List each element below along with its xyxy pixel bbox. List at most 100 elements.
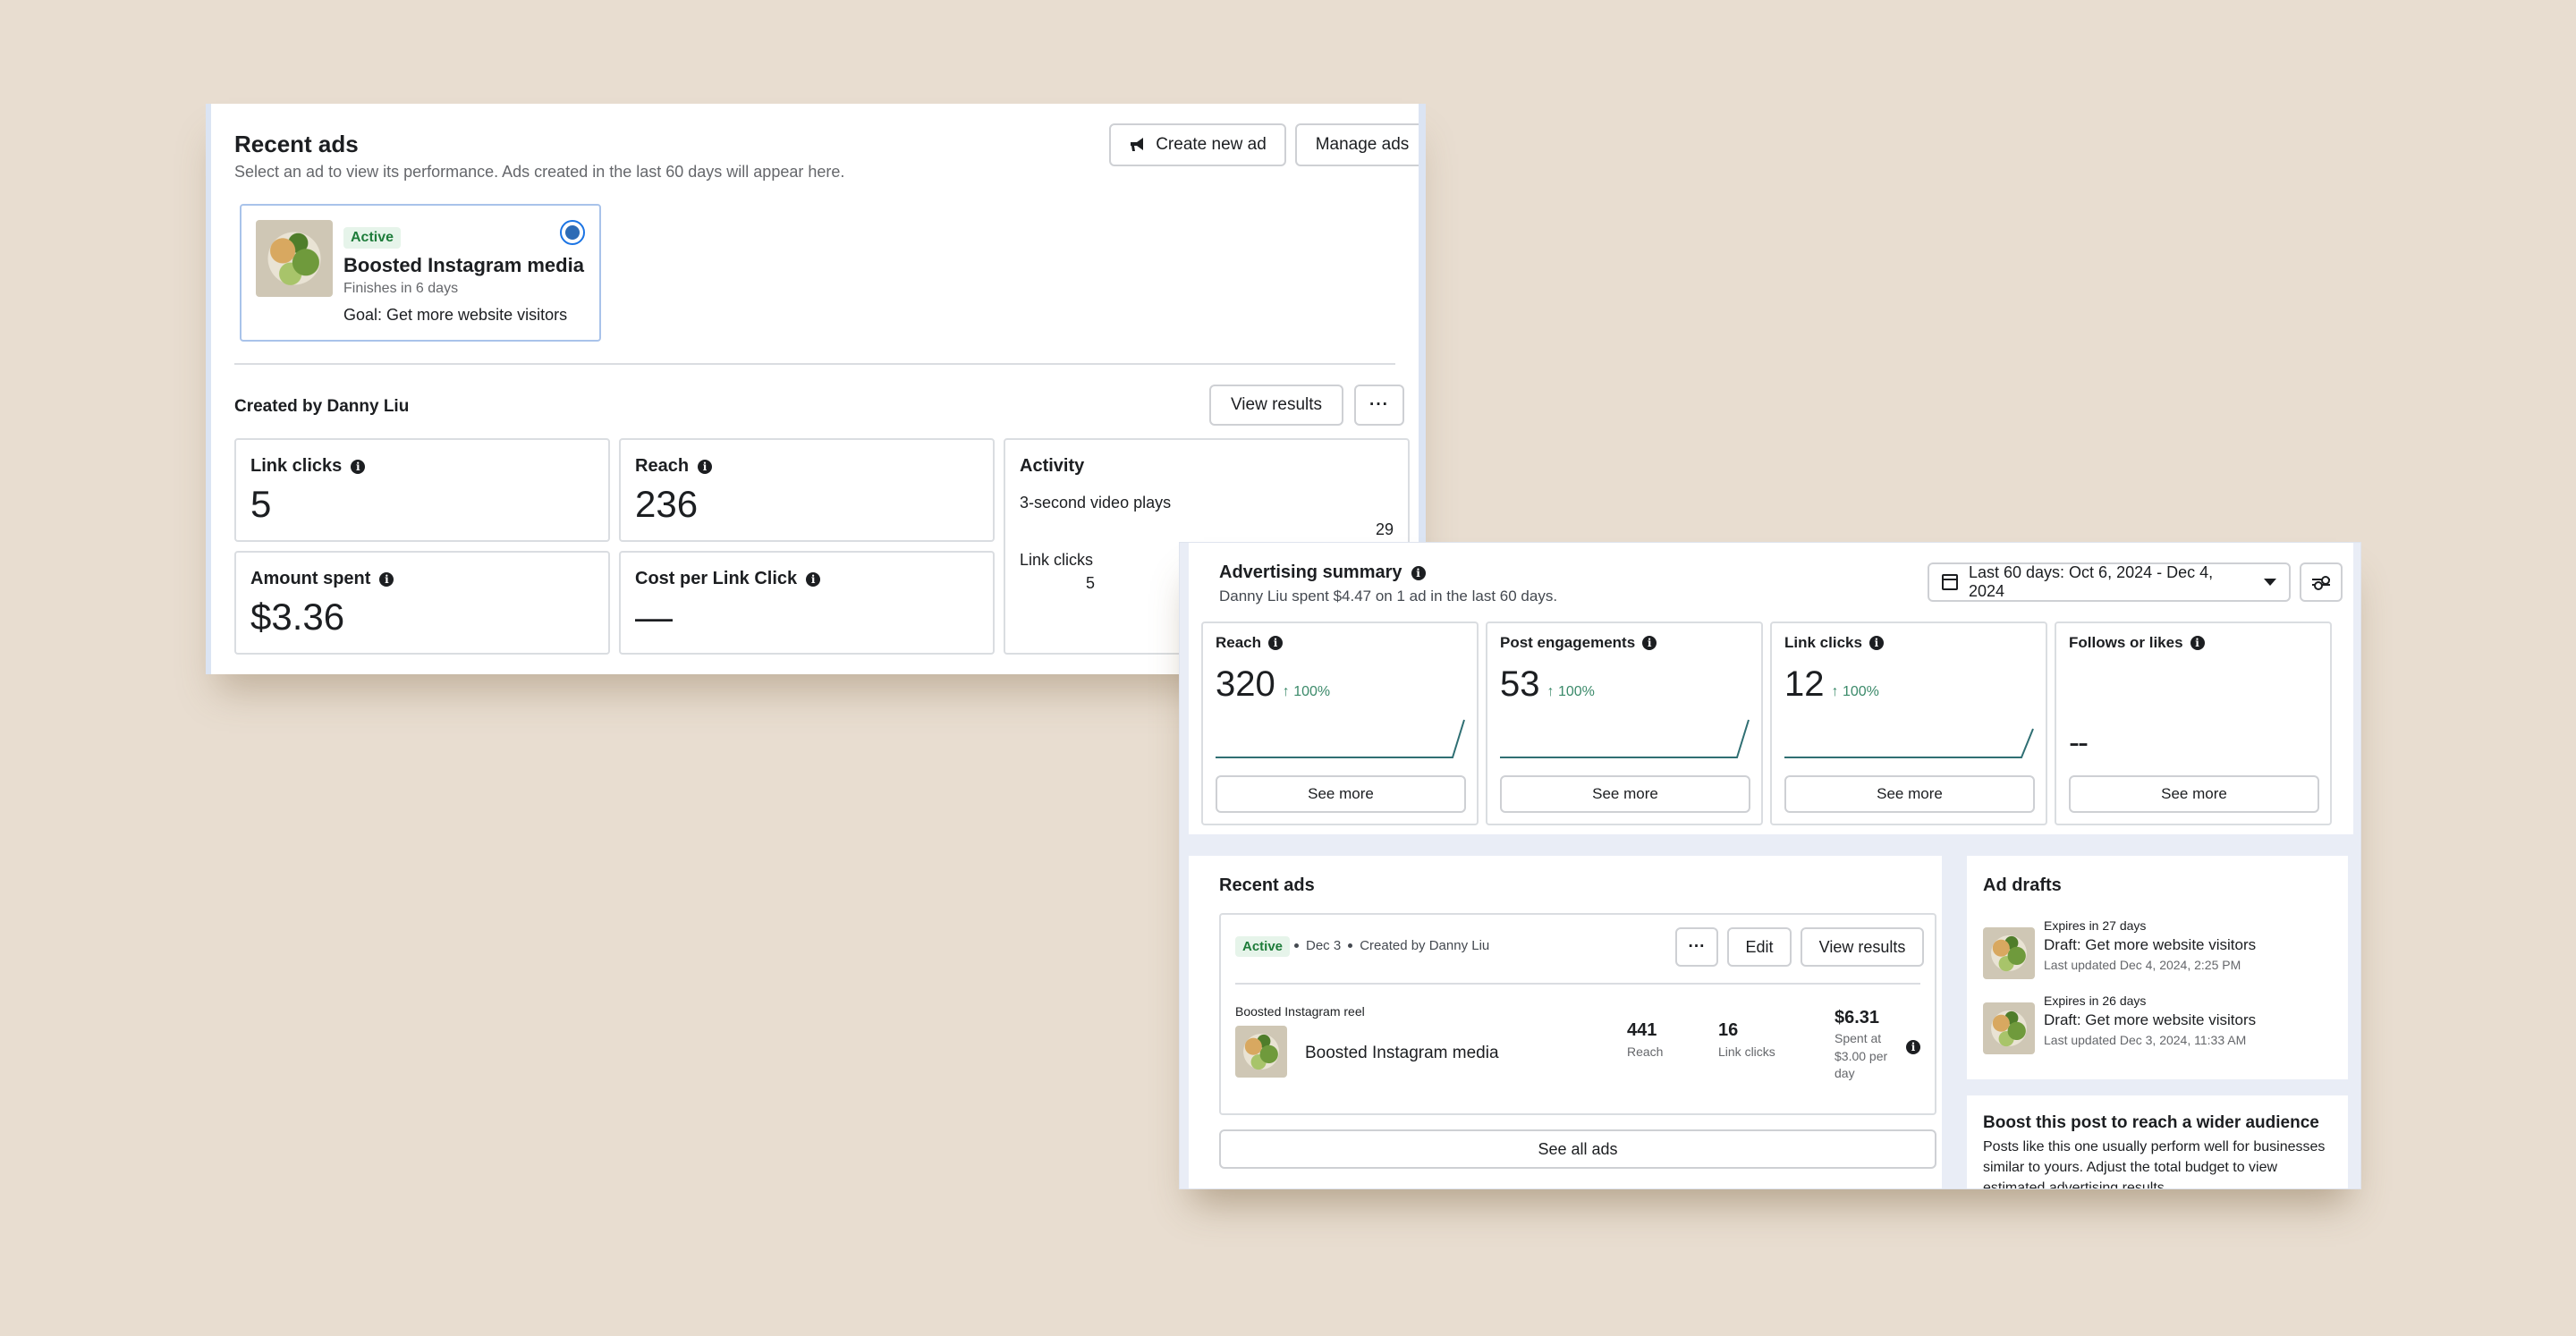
sliders-icon — [2312, 576, 2330, 585]
view-results-button[interactable]: View results — [1801, 927, 1924, 967]
info-icon[interactable]: i — [1642, 636, 1657, 650]
more-options-button[interactable]: ··· — [1354, 385, 1404, 426]
stat-value: -- — [2069, 723, 2089, 760]
stat-card-follows-or-likes: Follows or likes i -- See more — [2055, 621, 2332, 825]
info-icon[interactable]: i — [2190, 636, 2205, 650]
separator-dot — [1348, 943, 1353, 948]
stat-label: Follows or likes — [2069, 634, 2183, 651]
metric-link-clicks: Link clicks i 5 — [234, 438, 610, 542]
stat-change: ↑ 100% — [1831, 684, 1879, 699]
summary-title: Advertising summary — [1219, 562, 1402, 582]
ad-card-selected[interactable]: Active Boosted Instagram media Finishes … — [240, 204, 601, 342]
metric-value: 236 — [635, 483, 699, 525]
ad-drafts-title: Ad drafts — [1983, 875, 2062, 895]
draft-thumbnail — [1983, 1002, 2035, 1054]
ad-select-radio[interactable] — [560, 220, 585, 245]
separator-dot — [1294, 943, 1299, 948]
stat-change: ↑ 100% — [1282, 684, 1331, 699]
divider — [234, 363, 1395, 365]
draft-item[interactable]: Expires in 27 days Draft: Get more websi… — [1983, 918, 2341, 981]
see-all-ads-button[interactable]: See all ads — [1219, 1129, 1936, 1169]
ad-goal: Goal: Get more website visitors — [343, 306, 568, 324]
info-icon[interactable]: i — [1268, 636, 1284, 650]
stat-label: Post engagements — [1500, 634, 1636, 651]
metric-label: Reach — [635, 456, 690, 476]
stat-label: Link clicks — [1718, 1044, 1775, 1059]
activity-row-value: 29 — [1375, 520, 1394, 538]
status-badge: Active — [1235, 936, 1291, 957]
ad-reach-stat: 441 Reach — [1627, 1020, 1663, 1059]
date-range-select[interactable]: Last 60 days: Oct 6, 2024 - Dec 4, 2024 — [1928, 562, 2291, 602]
stat-card-link-clicks: Link clicks i 12 ↑ 100% See more — [1770, 621, 2047, 825]
sparkline-chart — [1500, 719, 1750, 758]
stat-label: Reach — [1627, 1044, 1664, 1059]
metric-label: Link clicks — [250, 456, 343, 476]
stat-label: Link clicks — [1784, 634, 1862, 651]
ad-spent-stat: $6.31 Spent at $3.00 per day — [1835, 1008, 1897, 1083]
info-icon[interactable]: i — [698, 459, 713, 474]
metric-label: Cost per Link Click — [635, 569, 798, 588]
info-icon[interactable]: i — [1906, 1040, 1920, 1054]
draft-updated: Last updated Dec 4, 2024, 2:25 PM — [2044, 958, 2241, 972]
divider — [1235, 983, 1920, 985]
draft-name: Draft: Get more website visitors — [2044, 1011, 2257, 1028]
stat-card-reach: Reach i 320 ↑ 100% See more — [1201, 621, 1479, 825]
see-more-button[interactable]: See more — [1216, 775, 1466, 813]
draft-item[interactable]: Expires in 26 days Draft: Get more websi… — [1983, 994, 2341, 1056]
status-badge: Active — [343, 227, 402, 249]
ad-name: Boosted Instagram media — [343, 254, 584, 276]
summary-subtitle: Danny Liu spent $4.47 on 1 ad in the las… — [1219, 588, 1558, 605]
view-results-button[interactable]: View results — [1209, 385, 1343, 426]
stat-value: 53 — [1500, 664, 1540, 704]
metric-cost-per-link-click: Cost per Link Click i — — [619, 551, 995, 655]
stat-card-post-engagements: Post engagements i 53 ↑ 100% See more — [1486, 621, 1763, 825]
megaphone-icon — [1131, 138, 1144, 151]
info-icon[interactable]: i — [1411, 565, 1426, 580]
metric-value: $3.36 — [250, 596, 345, 638]
draft-name: Draft: Get more website visitors — [2044, 936, 2257, 953]
sliders-icon — [2312, 581, 2330, 590]
metric-label: Activity — [1020, 456, 1085, 476]
activity-row-label: Link clicks — [1020, 551, 1094, 569]
stat-change: ↑ 100% — [1546, 684, 1595, 699]
draft-thumbnail — [1983, 927, 2035, 979]
created-by: Created by Danny Liu — [234, 397, 410, 416]
ad-finishes: Finishes in 6 days — [343, 281, 459, 296]
recent-ads-title: Recent ads — [1219, 875, 1315, 895]
see-more-button[interactable]: See more — [1784, 775, 2035, 813]
boost-post-card: Boost this post to reach a wider audienc… — [1967, 1095, 2348, 1188]
advertising-summary-panel: Advertising summary i Danny Liu spent $4… — [1179, 542, 2361, 1189]
edit-button[interactable]: Edit — [1727, 927, 1792, 967]
ad-name: Boosted Instagram media — [1305, 1044, 1499, 1062]
manage-ads-button[interactable]: Manage ads — [1295, 123, 1419, 166]
create-new-ad-button[interactable]: Create new ad — [1109, 123, 1286, 166]
metric-reach: Reach i 236 — [619, 438, 995, 542]
ad-link-clicks-stat: 16 Link clicks — [1718, 1020, 1775, 1059]
info-icon[interactable]: i — [379, 571, 394, 587]
more-options-button[interactable]: ··· — [1675, 927, 1718, 967]
draft-expires: Expires in 27 days — [2044, 918, 2147, 933]
recent-ad-item: Active Dec 3 Created by Danny Liu ··· Ed… — [1219, 913, 1936, 1115]
see-more-button[interactable]: See more — [1500, 775, 1750, 813]
info-icon[interactable]: i — [806, 571, 821, 587]
sparkline-chart — [1216, 719, 1465, 758]
sparkline-chart — [1784, 728, 2034, 758]
metric-value: 5 — [250, 483, 272, 525]
ad-drafts-card: Ad drafts Expires in 27 days Draft: Get … — [1967, 856, 2348, 1079]
filter-settings-button[interactable] — [2300, 562, 2343, 602]
stat-value: 320 — [1216, 664, 1275, 704]
chevron-down-icon — [2264, 579, 2276, 586]
see-more-button[interactable]: See more — [2069, 775, 2319, 813]
stat-value: 441 — [1627, 1020, 1657, 1040]
ad-date: Dec 3 — [1306, 938, 1342, 953]
activity-row-value: 5 — [1086, 574, 1096, 592]
page-title: Recent ads — [234, 131, 359, 157]
info-icon[interactable]: i — [1868, 636, 1884, 650]
ad-thumbnail — [256, 220, 333, 297]
stat-label: Spent at $3.00 per day — [1835, 1031, 1888, 1081]
recent-ads-card: Recent ads Active Dec 3 Created by Danny… — [1189, 856, 1942, 1188]
ad-created-by: Created by Danny Liu — [1360, 938, 1490, 953]
date-range-label: Last 60 days: Oct 6, 2024 - Dec 4, 2024 — [1968, 563, 2214, 600]
info-icon[interactable]: i — [351, 459, 366, 474]
create-new-ad-label: Create new ad — [1156, 135, 1267, 154]
